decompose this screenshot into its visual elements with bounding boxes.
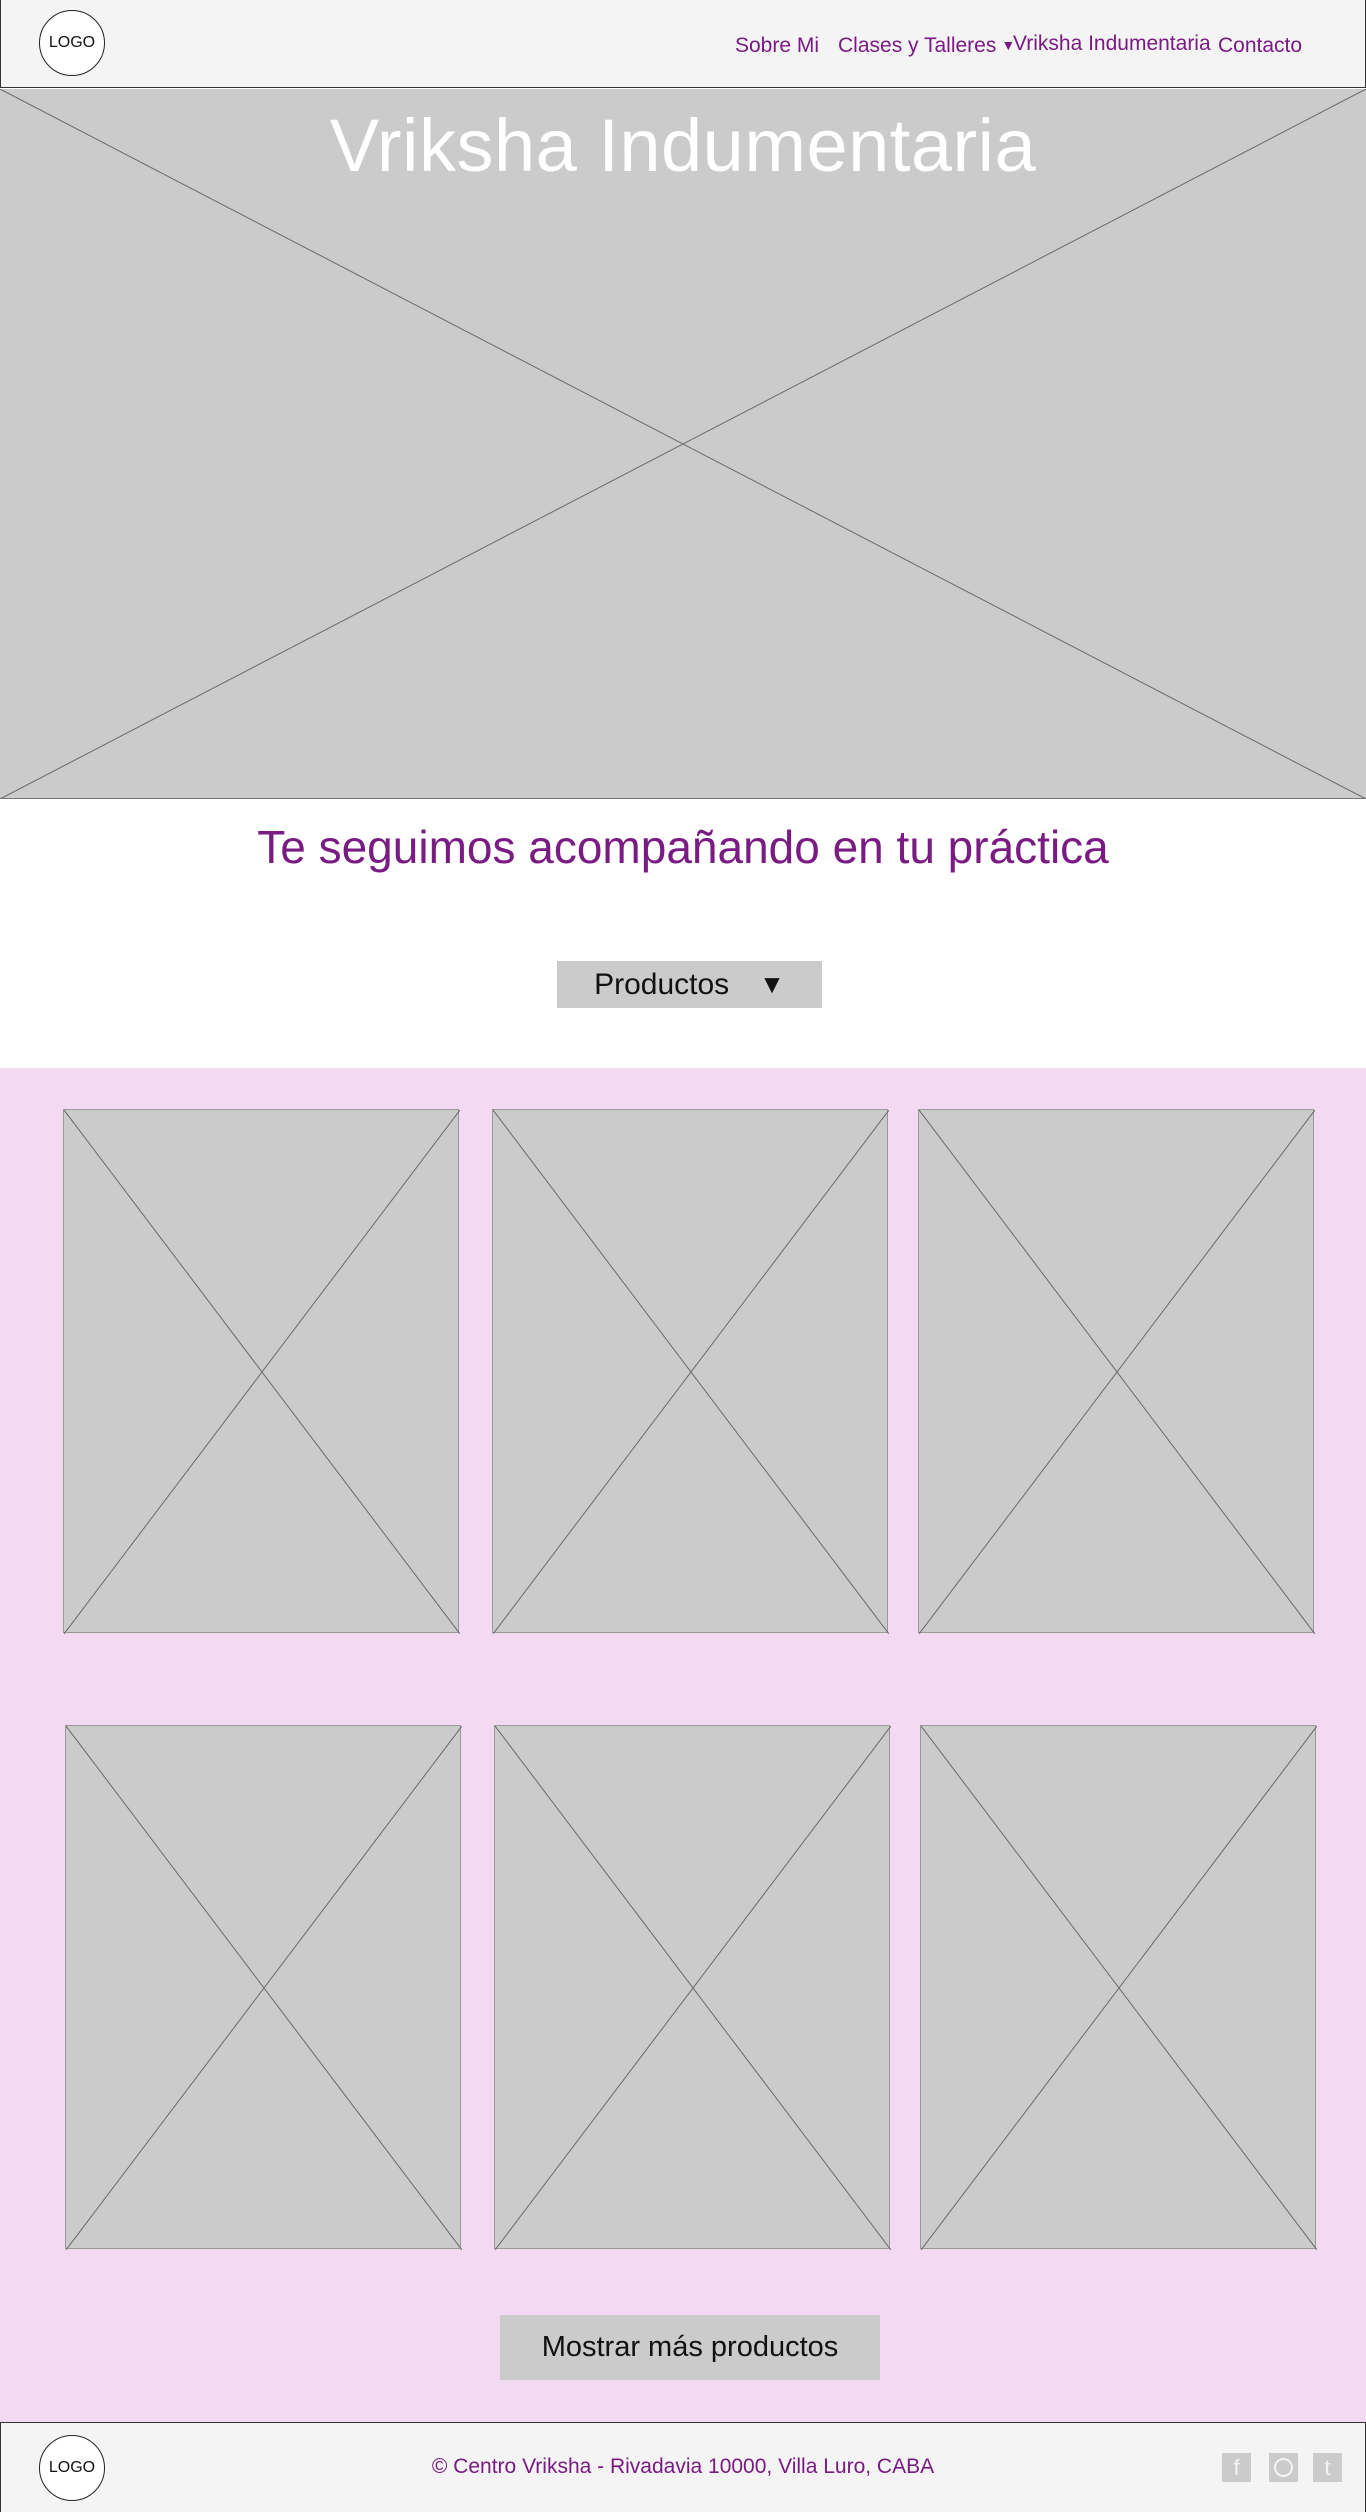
nav-item-contacto[interactable]: Contacto xyxy=(1218,34,1302,58)
product-image-placeholder xyxy=(64,1110,460,1634)
show-more-label: Mostrar más productos xyxy=(541,2331,839,2363)
product-image-placeholder xyxy=(921,1726,1317,2250)
nav-item-clases-y-talleres[interactable]: Clases y Talleres ▼ xyxy=(838,34,1015,58)
hero-title: Vriksha Indumentaria xyxy=(329,104,1037,187)
facebook-glyph: f xyxy=(1233,2454,1240,2480)
tumblr-icon[interactable]: t xyxy=(1313,2453,1342,2482)
show-more-products-button[interactable]: Mostrar más productos xyxy=(500,2315,880,2380)
nav-item-label: Clases y Talleres xyxy=(838,34,997,57)
product-card[interactable] xyxy=(65,1725,462,2250)
product-card[interactable] xyxy=(918,1109,1315,1634)
nav-item-vriksha-indumentaria[interactable]: Vriksha Indumentaria xyxy=(1013,32,1211,56)
product-image-placeholder xyxy=(66,1726,462,2250)
product-card[interactable] xyxy=(492,1109,889,1634)
products-dropdown-label: Productos xyxy=(594,967,730,1001)
product-card[interactable] xyxy=(920,1725,1317,2250)
site-header: LOGO Sobre Mi Clases y Talleres ▼ Vriksha… xyxy=(0,0,1366,88)
product-card[interactable] xyxy=(63,1109,460,1634)
chevron-down-icon: ▼ xyxy=(759,969,785,999)
products-section xyxy=(0,1068,1366,2422)
footer-address: © Centro Vriksha - Rivadavia 10000, Vill… xyxy=(431,2455,935,2478)
product-image-placeholder xyxy=(493,1110,889,1634)
product-image-placeholder xyxy=(919,1110,1315,1634)
product-image-placeholder xyxy=(495,1726,891,2250)
hero-image-placeholder xyxy=(0,89,1366,799)
hero-banner: Vriksha Indumentaria xyxy=(0,89,1366,799)
product-card[interactable] xyxy=(494,1725,891,2250)
nav-item-sobre-mi[interactable]: Sobre Mi xyxy=(735,34,819,58)
logo-label: LOGO xyxy=(48,34,96,51)
facebook-icon[interactable]: f xyxy=(1222,2453,1251,2482)
tumblr-glyph: t xyxy=(1324,2454,1331,2480)
instagram-glyph xyxy=(1274,2458,1293,2477)
site-footer: LOGO © Centro Vriksha - Rivadavia 10000,… xyxy=(0,2422,1366,2512)
page-subtitle: Te seguimos acompañando en tu práctica xyxy=(257,821,1109,873)
logo[interactable]: LOGO xyxy=(39,10,105,76)
products-dropdown[interactable]: Productos ▼ xyxy=(557,961,822,1008)
instagram-icon[interactable] xyxy=(1269,2453,1298,2482)
